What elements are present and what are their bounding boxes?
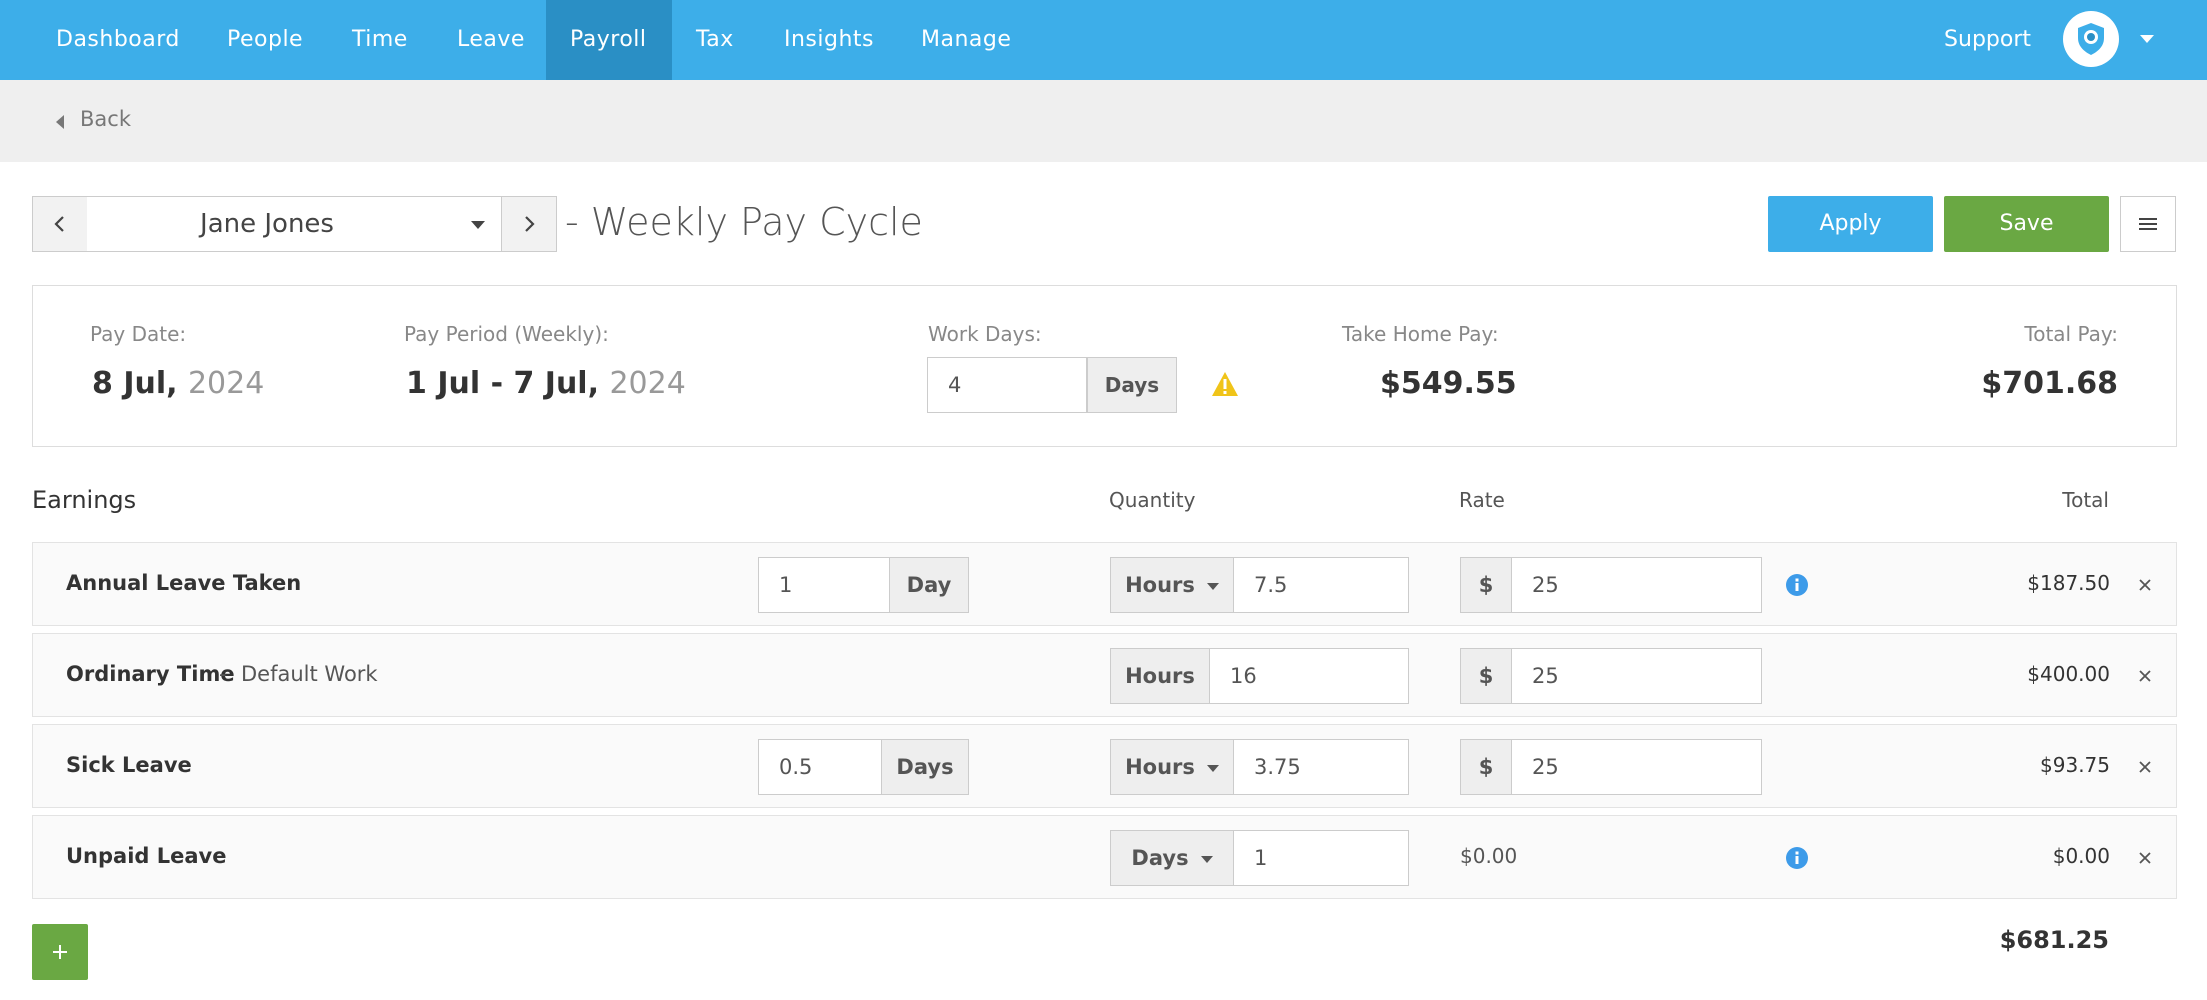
rate-input[interactable]: 25 bbox=[1511, 739, 1762, 795]
plus-icon bbox=[53, 945, 67, 959]
chevron-down-icon bbox=[471, 221, 485, 229]
total-pay-value: $701.68 bbox=[1981, 366, 2118, 401]
nav-leave[interactable]: Leave bbox=[433, 0, 549, 80]
leave-quantity-input[interactable]: 1 bbox=[758, 557, 890, 613]
earning-work-type: Default Work bbox=[241, 662, 378, 686]
chevron-right-icon bbox=[525, 216, 535, 232]
currency-addon: $ bbox=[1460, 739, 1512, 795]
nav-payroll[interactable]: Payroll bbox=[546, 0, 672, 80]
page-title: - Weekly Pay Cycle bbox=[565, 200, 923, 244]
currency-addon: $ bbox=[1460, 557, 1512, 613]
chevron-down-icon bbox=[1206, 764, 1219, 772]
take-home-value: $549.55 bbox=[1380, 366, 1517, 401]
quantity-header: Quantity bbox=[1109, 488, 1196, 512]
quantity-input[interactable]: 7.5 bbox=[1233, 557, 1409, 613]
row-total: $0.00 bbox=[2052, 844, 2110, 868]
take-home-label: Take Home Pay: bbox=[1342, 322, 1499, 346]
rate-input[interactable]: 25 bbox=[1511, 557, 1762, 613]
close-icon[interactable] bbox=[2137, 850, 2153, 870]
earnings-title: Earnings bbox=[32, 486, 137, 514]
avatar[interactable] bbox=[2063, 11, 2119, 67]
heart-shield-icon bbox=[2078, 23, 2104, 55]
nav-time[interactable]: Time bbox=[328, 0, 432, 80]
quantity-input[interactable]: 1 bbox=[1233, 830, 1409, 886]
quantity-unit-select[interactable]: Hours bbox=[1110, 739, 1234, 795]
chevron-down-icon bbox=[1200, 855, 1213, 863]
quantity-unit-select[interactable]: Days bbox=[1110, 830, 1234, 886]
caret-left-icon[interactable] bbox=[56, 115, 64, 129]
close-icon[interactable] bbox=[2137, 577, 2153, 597]
quantity-input[interactable]: 16 bbox=[1209, 648, 1409, 704]
nav-people[interactable]: People bbox=[203, 0, 327, 80]
save-button[interactable]: Save bbox=[1944, 196, 2109, 252]
pay-period-range: 1 Jul - 7 Jul, bbox=[406, 366, 610, 401]
top-nav: Dashboard People Time Leave Payroll Tax … bbox=[0, 0, 2207, 80]
nav-insights[interactable]: Insights bbox=[760, 0, 898, 80]
quantity-unit: Hours bbox=[1110, 648, 1210, 704]
pay-period-value: 1 Jul - 7 Jul, 2024 bbox=[406, 366, 686, 401]
quantity-unit-label: Days bbox=[1131, 846, 1189, 870]
pay-date-value: 8 Jul, 2024 bbox=[92, 366, 264, 401]
back-link[interactable]: Back bbox=[80, 107, 131, 131]
close-icon[interactable] bbox=[2137, 759, 2153, 779]
row-total: $93.75 bbox=[2040, 753, 2110, 777]
leave-quantity-input[interactable]: 0.5 bbox=[758, 739, 882, 795]
earning-name: Sick Leave bbox=[66, 753, 192, 777]
total-header: Total bbox=[2062, 488, 2109, 512]
earnings-row: Ordinary Time - Default Work Hours 16 $ … bbox=[32, 633, 2177, 717]
work-days-label: Work Days: bbox=[928, 322, 1042, 346]
rate-input[interactable]: 25 bbox=[1511, 648, 1762, 704]
chevron-down-icon[interactable] bbox=[2140, 35, 2154, 43]
quantity-unit-select[interactable]: Hours bbox=[1110, 557, 1234, 613]
nav-manage[interactable]: Manage bbox=[897, 0, 1035, 80]
row-total: $400.00 bbox=[2027, 662, 2110, 686]
earning-separator: - bbox=[219, 662, 227, 686]
total-pay-label: Total Pay: bbox=[2024, 322, 2118, 346]
quantity-unit-label: Hours bbox=[1125, 755, 1195, 779]
nav-support[interactable]: Support bbox=[1944, 0, 2031, 80]
work-days-unit: Days bbox=[1087, 357, 1177, 413]
earning-name: Unpaid Leave bbox=[66, 844, 227, 868]
chevron-left-icon bbox=[54, 216, 64, 232]
employee-name: Jane Jones bbox=[200, 209, 334, 239]
apply-button[interactable]: Apply bbox=[1768, 196, 1933, 252]
previous-employee-button[interactable] bbox=[32, 196, 88, 252]
close-icon[interactable] bbox=[2137, 668, 2153, 688]
earnings-row: Unpaid Leave Days 1 $0.00 $0.00 bbox=[32, 815, 2177, 899]
nav-tax[interactable]: Tax bbox=[672, 0, 758, 80]
nav-dashboard[interactable]: Dashboard bbox=[32, 0, 204, 80]
pay-period-year: 2024 bbox=[609, 366, 686, 401]
pay-date-year: 2024 bbox=[187, 366, 265, 401]
leave-unit: Days bbox=[881, 739, 969, 795]
back-bar bbox=[0, 80, 2207, 162]
earning-name: Annual Leave Taken bbox=[66, 571, 302, 595]
hamburger-icon bbox=[2139, 218, 2157, 230]
leave-unit: Day bbox=[889, 557, 969, 613]
quantity-input[interactable]: 3.75 bbox=[1233, 739, 1409, 795]
pay-period-label: Pay Period (Weekly): bbox=[404, 322, 609, 346]
chevron-down-icon bbox=[1206, 582, 1219, 590]
info-icon[interactable] bbox=[1785, 573, 1809, 601]
work-days-input[interactable]: 4 bbox=[927, 357, 1087, 413]
info-icon[interactable] bbox=[1785, 846, 1809, 874]
next-employee-button[interactable] bbox=[501, 196, 557, 252]
add-earning-button[interactable] bbox=[32, 924, 88, 980]
quantity-unit-label: Hours bbox=[1125, 573, 1195, 597]
earnings-row: Annual Leave Taken 1 Day Hours 7.5 $ 25 … bbox=[32, 542, 2177, 626]
currency-addon: $ bbox=[1460, 648, 1512, 704]
earning-name: Ordinary Time bbox=[66, 662, 235, 686]
pay-date-label: Pay Date: bbox=[90, 322, 187, 346]
warning-icon[interactable] bbox=[1210, 370, 1240, 402]
employee-select[interactable]: Jane Jones bbox=[87, 196, 502, 252]
menu-button[interactable] bbox=[2120, 196, 2176, 252]
rate-header: Rate bbox=[1459, 488, 1505, 512]
earnings-row: Sick Leave 0.5 Days Hours 3.75 $ 25 $93.… bbox=[32, 724, 2177, 808]
row-total: $187.50 bbox=[2027, 571, 2110, 595]
pay-date-day: 8 Jul, bbox=[92, 366, 188, 401]
earnings-grand-total: $681.25 bbox=[1999, 926, 2109, 954]
rate-value: $0.00 bbox=[1460, 844, 1518, 868]
